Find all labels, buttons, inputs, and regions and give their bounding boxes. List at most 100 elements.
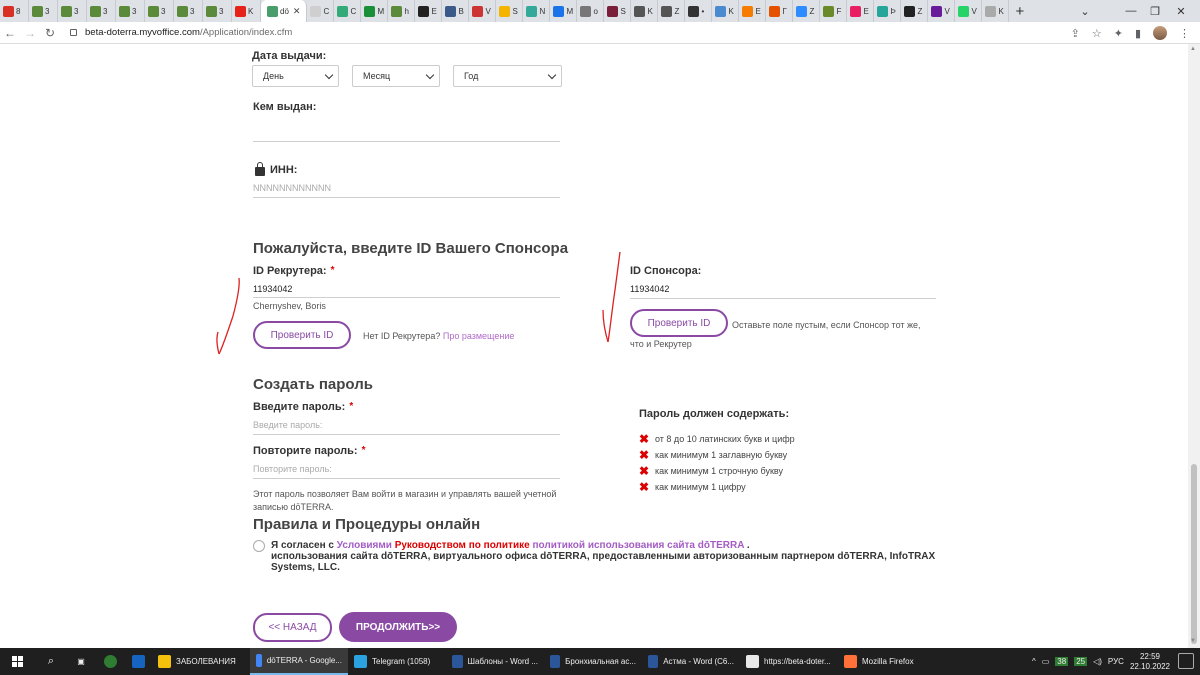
tab-right-16[interactable]: E xyxy=(739,0,767,22)
taskbar-app-5[interactable]: Астма - Word (C6... xyxy=(642,648,740,675)
tab-right-4[interactable]: E xyxy=(415,0,443,22)
volume-icon[interactable]: ◁) xyxy=(1093,657,1102,666)
language-indicator[interactable]: РУС xyxy=(1108,657,1124,666)
tab-right-23[interactable]: V xyxy=(928,0,956,22)
close-tab-icon[interactable]: ✕ xyxy=(293,6,301,17)
tab-label: 3 xyxy=(103,6,108,16)
taskbar-app-3[interactable]: Шаблоны - Word ... xyxy=(446,648,544,675)
tab-4[interactable]: 3 xyxy=(116,0,145,22)
address-bar[interactable]: beta-doterra.myvoffice.com/Application/i… xyxy=(70,27,292,38)
placement-link[interactable]: Про размещение xyxy=(443,331,515,341)
tab-right-11[interactable]: S xyxy=(604,0,632,22)
tab-right-1[interactable]: C xyxy=(334,0,362,22)
day-select[interactable]: День xyxy=(252,65,339,87)
taskbar-app-6[interactable]: https://beta-doter... xyxy=(740,648,838,675)
page-scrollbar[interactable]: ▲ ▼ xyxy=(1188,44,1200,648)
month-select[interactable]: Месяц xyxy=(352,65,440,87)
sidepanel-icon[interactable]: ▮ xyxy=(1135,27,1141,40)
tab-right-14[interactable]: • xyxy=(685,0,713,22)
tab-right-3[interactable]: h xyxy=(388,0,416,22)
pinned-app-u-icon[interactable] xyxy=(96,648,124,675)
back-button[interactable]: << НАЗАД xyxy=(253,613,332,642)
taskbar-app-7[interactable]: Mozilla Firefox xyxy=(838,648,936,675)
terms-agree-radio[interactable] xyxy=(253,540,265,552)
taskbar-app-0[interactable]: ЗАБОЛЕВАНИЯ xyxy=(152,648,250,675)
tab-right-15[interactable]: K xyxy=(712,0,740,22)
password-input[interactable]: Введите пароль: xyxy=(253,420,322,430)
tab-1[interactable]: 3 xyxy=(29,0,58,22)
pinned-app-blue-icon[interactable] xyxy=(124,648,152,675)
tab-right-9[interactable]: M xyxy=(550,0,578,22)
task-view-icon[interactable]: ▣ xyxy=(66,648,96,675)
tab-right-8[interactable]: N xyxy=(523,0,551,22)
start-button[interactable] xyxy=(0,648,36,675)
network-icon[interactable]: ▭ xyxy=(1042,657,1050,666)
tab-right-24[interactable]: V xyxy=(955,0,983,22)
tab-right-18[interactable]: Z xyxy=(793,0,821,22)
taskbar-app-label: Mozilla Firefox xyxy=(862,657,914,666)
tab-right-22[interactable]: Z xyxy=(901,0,929,22)
tab-7[interactable]: 3 xyxy=(203,0,232,22)
tab-right-13[interactable]: Z xyxy=(658,0,686,22)
menu-icon[interactable]: ⋮ xyxy=(1179,27,1190,40)
terms-site-policy-link[interactable]: политикой использования сайта dōTERRA xyxy=(532,540,744,551)
scroll-up-icon[interactable]: ▲ xyxy=(1190,46,1196,52)
terms-policy-guide-link[interactable]: Руководством по политике xyxy=(395,540,530,551)
terms-conditions-link[interactable]: Условиями xyxy=(337,540,392,551)
share-icon[interactable]: ⇪ xyxy=(1071,27,1080,40)
tab-right-10[interactable]: o xyxy=(577,0,605,22)
tab-favicon-icon xyxy=(32,5,43,17)
search-icon[interactable]: ⌕ xyxy=(36,648,66,675)
tab-right-0[interactable]: C xyxy=(307,0,335,22)
tab-right-5[interactable]: B xyxy=(442,0,470,22)
bookmark-star-icon[interactable]: ☆ xyxy=(1092,27,1102,40)
tab-5[interactable]: 3 xyxy=(145,0,174,22)
tab-right-19[interactable]: F xyxy=(820,0,848,22)
tab-right-2[interactable]: M xyxy=(361,0,389,22)
profile-avatar[interactable] xyxy=(1153,26,1167,40)
requirement-item: ✖ как минимум 1 цифру xyxy=(639,480,746,494)
tab-label: M xyxy=(566,6,574,16)
extensions-icon[interactable]: ✦ xyxy=(1114,27,1123,40)
new-tab-icon[interactable]: + xyxy=(1015,3,1024,20)
inn-input[interactable]: NNNNNNNNNNNN xyxy=(253,183,331,193)
forward-icon[interactable]: → xyxy=(20,26,40,40)
tab-2[interactable]: 3 xyxy=(58,0,87,22)
tab-3[interactable]: 3 xyxy=(87,0,116,22)
tab-right-7[interactable]: S xyxy=(496,0,524,22)
issued-by-input[interactable] xyxy=(253,141,560,142)
tab-0[interactable]: 8 xyxy=(0,0,29,22)
tray-app-icon[interactable]: 38 xyxy=(1055,657,1069,666)
close-window-icon[interactable]: ✕ xyxy=(1158,0,1200,22)
check-recruiter-button[interactable]: Проверить ID xyxy=(253,321,351,349)
check-sponsor-button[interactable]: Проверить ID xyxy=(630,309,728,337)
recruiter-id-input[interactable]: 11934042 xyxy=(253,284,292,294)
tray-app-icon-2[interactable]: 25 xyxy=(1074,657,1088,666)
repeat-password-input[interactable]: Повторите пароль: xyxy=(253,464,332,474)
tab-search-icon[interactable]: ⌄ xyxy=(1062,0,1108,22)
tab-right-12[interactable]: K xyxy=(631,0,659,22)
taskbar-app-4[interactable]: Бронхиальная ас... xyxy=(544,648,642,675)
scroll-down-icon[interactable]: ▼ xyxy=(1190,638,1196,644)
year-select[interactable]: Год xyxy=(453,65,562,87)
taskbar-app-1[interactable]: dōTERRA - Google... xyxy=(250,648,348,675)
tab-label: K xyxy=(248,6,254,16)
tab-8[interactable]: K xyxy=(232,0,261,22)
tab-doterra[interactable]: dö ✕ xyxy=(261,0,308,22)
scrollbar-thumb[interactable] xyxy=(1191,464,1197,644)
taskbar-app-2[interactable]: Telegram (1058) xyxy=(348,648,446,675)
sponsor-id-input[interactable]: 11934042 xyxy=(630,284,669,294)
clock[interactable]: 22:59 22.10.2022 xyxy=(1130,652,1170,672)
tab-right-21[interactable]: Þ xyxy=(874,0,902,22)
tab-right-25[interactable]: K xyxy=(982,0,1010,22)
tab-right-6[interactable]: V xyxy=(469,0,497,22)
continue-button[interactable]: ПРОДОЛЖИТЬ>> xyxy=(339,612,457,642)
tray-chevron-icon[interactable]: ^ xyxy=(1032,657,1036,666)
back-icon[interactable]: ← xyxy=(0,26,20,40)
notifications-icon[interactable] xyxy=(1178,653,1194,669)
tab-6[interactable]: 3 xyxy=(174,0,203,22)
year-select-value: Год xyxy=(464,71,479,81)
reload-icon[interactable]: ↻ xyxy=(40,26,60,40)
tab-right-17[interactable]: Г xyxy=(766,0,794,22)
tab-right-20[interactable]: E xyxy=(847,0,875,22)
